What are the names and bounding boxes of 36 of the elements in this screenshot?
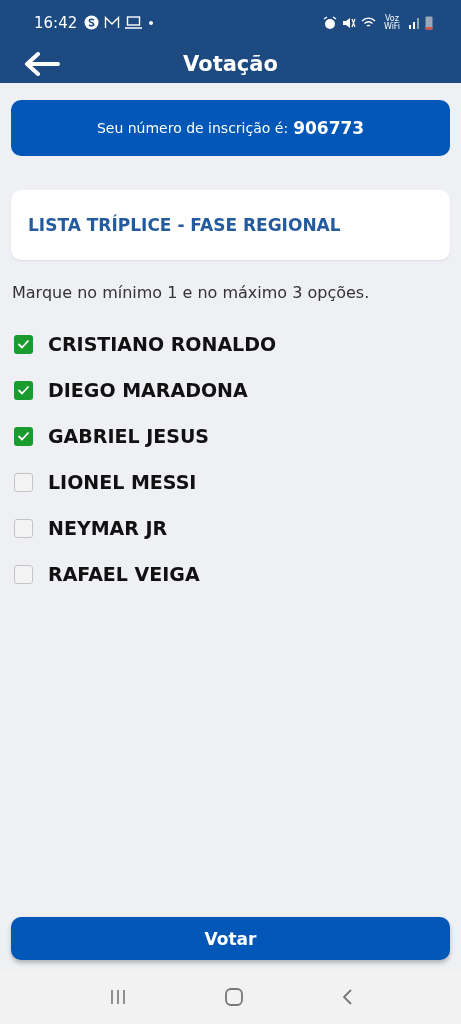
section-title: LISTA TRÍPLICE - FASE REGIONAL — [28, 215, 341, 235]
alarm-icon — [323, 15, 337, 30]
status-time: 16:42 — [34, 13, 78, 32]
option-label[interactable]: DIEGO MARADONA — [48, 379, 248, 401]
mail-icon — [104, 16, 121, 29]
option-label[interactable]: GABRIEL JESUS — [48, 425, 210, 447]
back-arrow-icon — [24, 52, 60, 76]
option-label[interactable]: RAFAEL VEIGA — [48, 563, 200, 585]
screen-title: Votação — [183, 52, 278, 76]
vote-button[interactable]: Votar — [11, 917, 450, 960]
laptop-icon — [125, 16, 143, 29]
dot-icon — [147, 18, 156, 27]
checkbox[interactable] — [14, 564, 33, 584]
checkbox[interactable] — [14, 334, 33, 354]
back-icon — [340, 988, 353, 1006]
check-icon — [17, 339, 30, 349]
home-icon — [223, 987, 244, 1007]
wifi-icon — [361, 16, 376, 29]
registration-label: Seu número de inscrição é: — [96, 120, 289, 136]
check-icon — [17, 385, 30, 395]
app-badge-icon — [84, 15, 100, 30]
instruction-text: Marque no mínimo 1 e no máximo 3 opções. — [12, 283, 371, 302]
network-label: Voz WiFi — [382, 14, 402, 31]
option-label[interactable]: CRISTIANO RONALDO — [48, 333, 277, 355]
option-label[interactable]: LIONEL MESSI — [48, 471, 197, 493]
check-icon — [17, 431, 30, 441]
checkbox[interactable] — [14, 518, 33, 538]
checkbox[interactable] — [14, 380, 33, 400]
battery-icon — [425, 15, 433, 30]
option-label[interactable]: NEYMAR JR — [48, 517, 168, 539]
checkbox[interactable] — [14, 426, 33, 446]
checkbox[interactable] — [14, 472, 33, 492]
registration-number: 906773 — [293, 118, 365, 138]
recents-icon — [108, 989, 127, 1005]
mute-icon — [342, 15, 356, 30]
signal-icon — [408, 16, 420, 29]
